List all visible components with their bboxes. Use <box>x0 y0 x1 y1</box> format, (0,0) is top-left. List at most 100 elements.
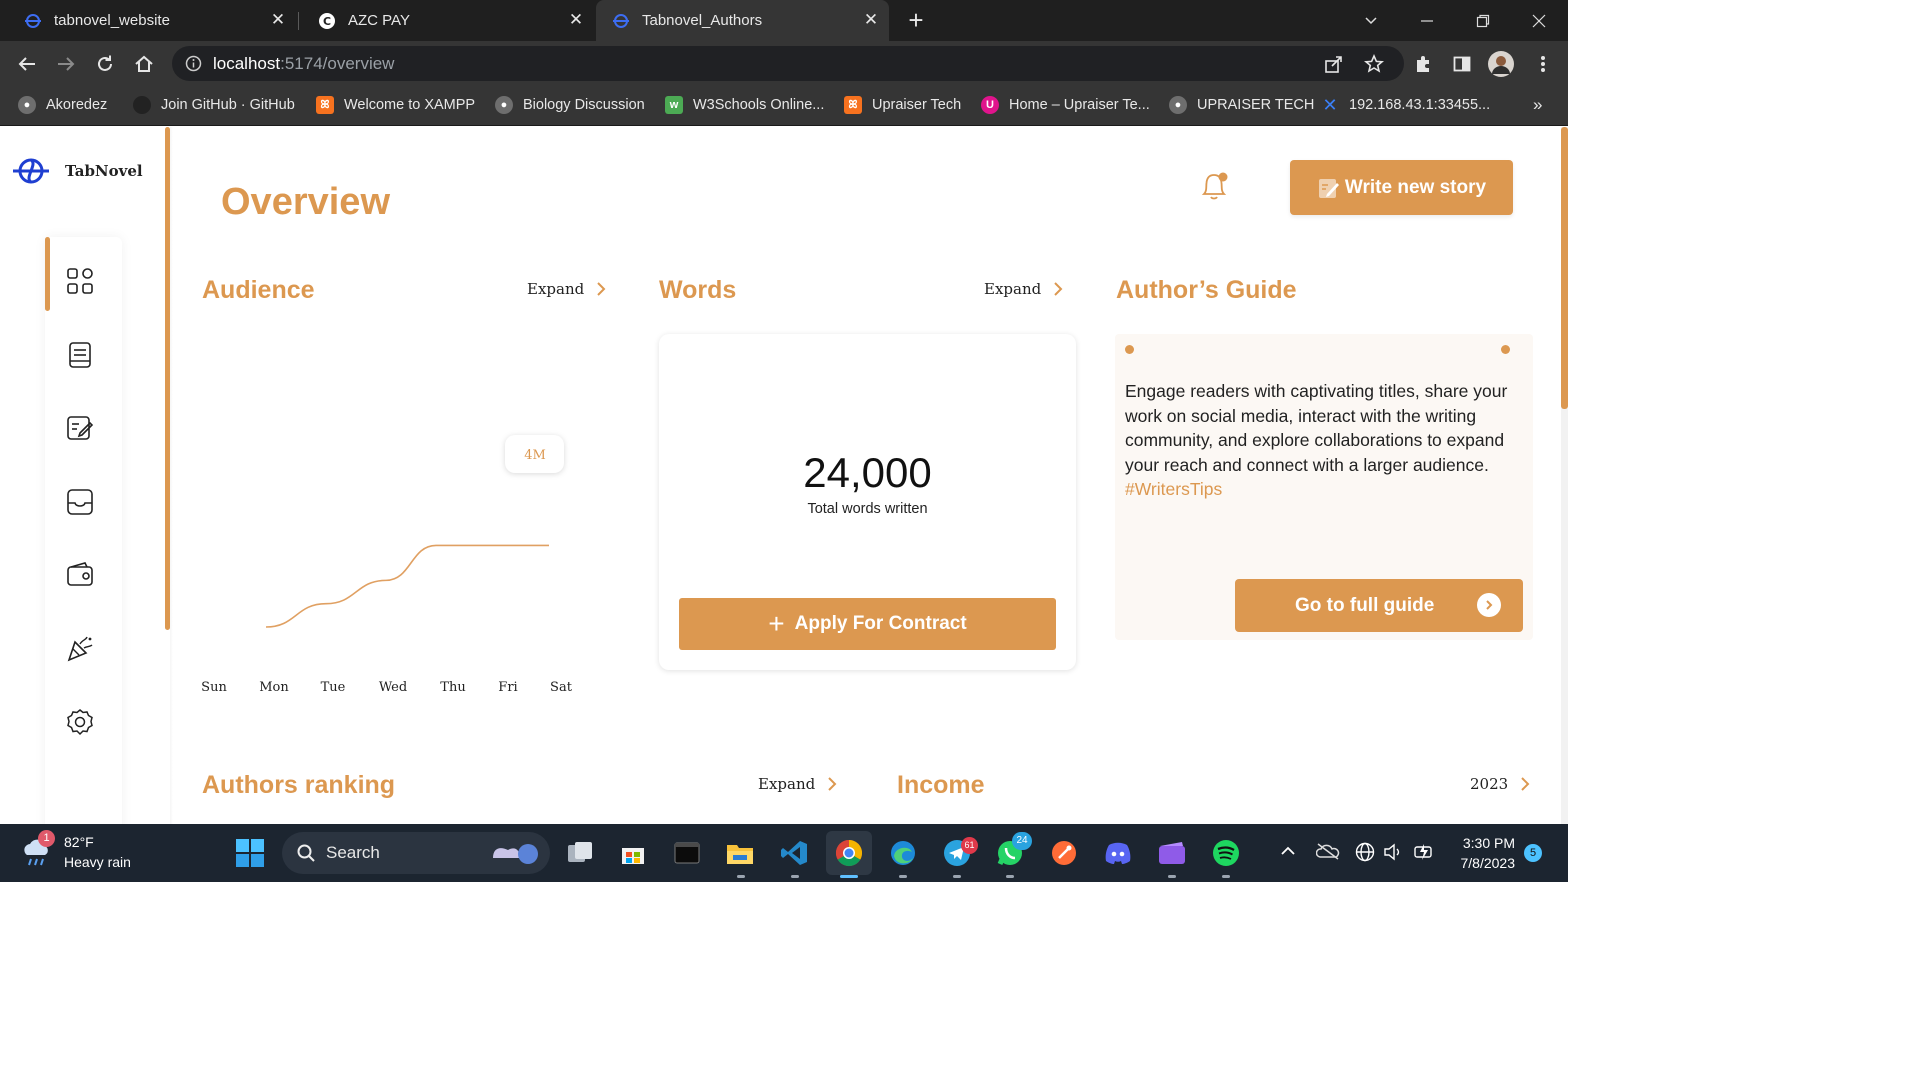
clipchamp-icon[interactable] <box>1156 837 1188 869</box>
windows-start-icon[interactable] <box>234 837 266 869</box>
ranking-expand-button[interactable]: Expand <box>758 775 837 793</box>
task-view-icon[interactable] <box>564 837 596 869</box>
terminal-icon[interactable] <box>671 837 703 869</box>
settings-icon[interactable] <box>65 707 95 737</box>
chrome-icon[interactable] <box>826 831 872 875</box>
expand-label: Expand <box>984 280 1042 298</box>
words-expand-button[interactable]: Expand <box>984 280 1063 298</box>
search-highlight-icon <box>493 844 538 864</box>
volume-icon[interactable] <box>1383 842 1403 867</box>
back-arrow-icon[interactable] <box>14 51 40 77</box>
bookmark-item[interactable]: ● UPRAISER TECH <box>1169 94 1314 116</box>
bookmarks-bar: ● Akoredez Join GitHub · GitHub ꕤ Welcom… <box>0 86 1568 126</box>
chart-tooltip-label: 4M <box>524 448 546 463</box>
globe-icon: ● <box>18 96 36 114</box>
profile-avatar-icon[interactable] <box>1488 51 1514 77</box>
bookmark-item[interactable]: U Home – Upraiser Te... <box>981 94 1150 116</box>
guide-text: Engage readers with captivating titles, … <box>1125 379 1529 502</box>
bookmark-star-icon[interactable] <box>1361 51 1387 77</box>
income-year-selector[interactable]: 2023 <box>1470 775 1530 793</box>
close-window-button[interactable] <box>1511 0 1567 41</box>
bookmark-item[interactable]: ꕤ Welcome to XAMPP <box>316 94 475 116</box>
page-title: Overview <box>221 181 390 223</box>
bookmark-item[interactable]: ● Akoredez <box>18 94 107 116</box>
write-new-story-button[interactable]: Write new story <box>1290 160 1513 215</box>
xampp-icon: ꕤ <box>316 96 334 114</box>
inbox-icon[interactable] <box>65 487 95 517</box>
dashboard-icon[interactable] <box>65 266 95 296</box>
browser-menu-icon[interactable] <box>1530 51 1556 77</box>
bookmark-item[interactable]: ✕ 192.168.43.1:33455... <box>1321 94 1490 116</box>
close-tab-icon[interactable]: ✕ <box>568 11 584 28</box>
browser-tab-active[interactable]: Tabnovel_Authors ✕ <box>596 0 889 41</box>
onedrive-icon[interactable] <box>1315 842 1340 865</box>
bookmark-item[interactable]: Join GitHub · GitHub <box>133 94 295 116</box>
x-axis-tick-label: Fri <box>498 680 517 695</box>
extensions-icon[interactable] <box>1410 51 1436 77</box>
go-to-full-guide-button[interactable]: Go to full guide <box>1235 579 1523 632</box>
expand-label: Expand <box>758 775 816 793</box>
github-icon <box>133 96 151 114</box>
x-axis-tick-label: Tue <box>321 680 346 695</box>
taskbar-clock[interactable]: 3:30 PM 7/8/2023 <box>1455 833 1516 873</box>
edit-note-icon[interactable] <box>65 413 95 443</box>
postman-icon[interactable] <box>1048 837 1080 869</box>
globe-icon: ● <box>495 96 513 114</box>
chevron-right-circle-icon <box>1477 593 1501 617</box>
bookmark-item[interactable]: ꕤ Upraiser Tech <box>844 94 961 116</box>
words-card: 24,000 Total words written + Apply For C… <box>659 334 1076 670</box>
browser-tab[interactable]: C AZC PAY ✕ <box>298 0 594 41</box>
battery-charging-icon[interactable] <box>1413 842 1437 867</box>
svg-text:C: C <box>323 15 331 28</box>
bookmark-item[interactable]: ● Biology Discussion <box>495 94 645 116</box>
url-field[interactable]: localhost:5174/overview <box>172 46 1404 81</box>
site-info-icon[interactable] <box>185 55 202 77</box>
bookmarks-overflow-button[interactable]: » <box>1533 94 1542 116</box>
app-viewport: TabNovel Overview Write new story Audien… <box>0 127 1568 824</box>
x-icon: ✕ <box>1322 94 1338 115</box>
language-globe-icon[interactable] <box>1355 842 1375 867</box>
reload-icon[interactable] <box>92 51 118 77</box>
brand-logo[interactable]: TabNovel <box>11 151 143 191</box>
audience-line <box>265 544 549 628</box>
guide-hashtag[interactable]: #WritersTips <box>1125 477 1529 502</box>
bookmark-label: Join GitHub · GitHub <box>161 97 295 113</box>
edge-icon[interactable] <box>887 837 919 869</box>
microsoft-store-icon[interactable] <box>617 837 649 869</box>
file-explorer-icon[interactable] <box>724 837 756 869</box>
running-indicator <box>1006 875 1014 878</box>
search-icon <box>297 844 315 862</box>
globe-icon: ● <box>1169 96 1187 114</box>
close-tab-icon[interactable]: ✕ <box>863 11 879 28</box>
vscode-icon[interactable] <box>778 837 810 869</box>
guide-dot <box>1125 345 1134 354</box>
book-icon[interactable] <box>65 340 95 370</box>
apply-for-contract-button[interactable]: + Apply For Contract <box>679 598 1056 650</box>
weather-widget[interactable]: 1 82°F Heavy rain <box>20 830 131 872</box>
party-popper-icon[interactable] <box>65 633 95 663</box>
scrollbar-thumb[interactable] <box>1561 127 1568 409</box>
home-icon[interactable] <box>131 51 157 77</box>
taskbar-search[interactable]: Search <box>282 832 550 874</box>
bookmark-item[interactable]: w W3Schools Online... <box>665 94 824 116</box>
forward-arrow-icon[interactable] <box>53 51 79 77</box>
restore-button[interactable] <box>1455 0 1511 41</box>
close-tab-icon[interactable]: ✕ <box>270 11 286 28</box>
apply-for-contract-label: Apply For Contract <box>794 613 967 634</box>
notification-center-badge[interactable]: 5 <box>1524 844 1542 862</box>
notification-bell-icon[interactable] <box>1198 169 1230 208</box>
page-scrollbar[interactable] <box>1561 127 1568 824</box>
active-indicator <box>45 237 50 311</box>
new-tab-button[interactable]: + <box>901 6 931 36</box>
share-icon[interactable] <box>1321 51 1347 77</box>
expand-label: Expand <box>527 280 585 298</box>
minimize-button[interactable] <box>1399 0 1455 41</box>
wallet-icon[interactable] <box>65 560 95 590</box>
browser-tab[interactable]: tabnovel_website ✕ <box>0 0 296 41</box>
side-panel-icon[interactable] <box>1449 51 1475 77</box>
audience-expand-button[interactable]: Expand <box>527 280 606 298</box>
tab-search-icon[interactable] <box>1343 0 1399 41</box>
show-hidden-icons-chevron-icon[interactable] <box>1279 842 1297 865</box>
spotify-icon[interactable] <box>1210 837 1242 869</box>
discord-icon[interactable] <box>1102 837 1134 869</box>
